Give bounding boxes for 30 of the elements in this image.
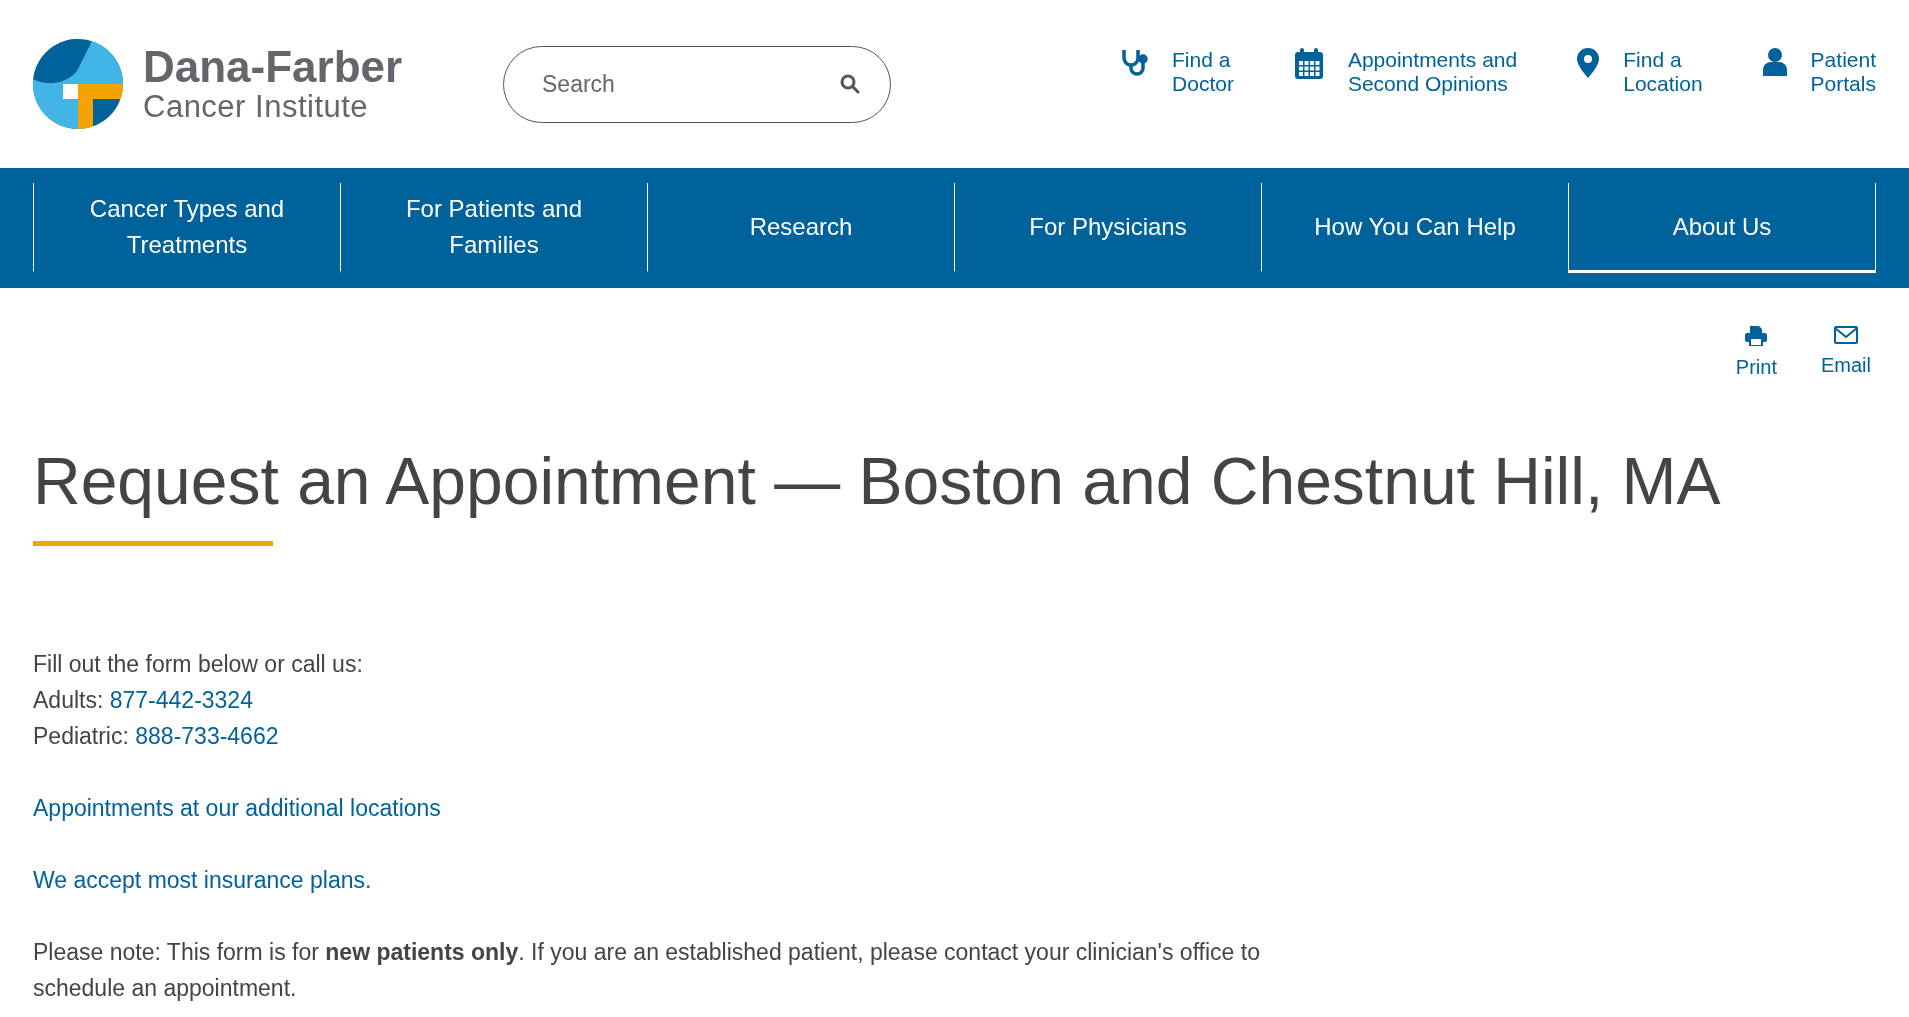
note-text: Please note: This form is for new patients only. If you are an established patient, please contact your clinician's office to schedule an appointment. [33, 938, 1261, 1003]
text-link[interactable]: We accept most insurance plans. [33, 867, 372, 893]
utility-link[interactable]: Find a Doctor [1120, 48, 1234, 96]
print-link[interactable]: Print [1735, 326, 1777, 379]
email-link[interactable]: Email [1821, 326, 1871, 379]
search-icon[interactable] [840, 74, 860, 94]
logo-subtitle: Cancer Institute [143, 90, 370, 124]
text-link[interactable]: Appointments at our additional locations [33, 795, 441, 821]
utility-link[interactable]: Patient Portals [1762, 48, 1876, 96]
utility-link[interactable]: Appointments and Second Opinions [1293, 48, 1518, 96]
nav-tab[interactable]: Research [647, 183, 954, 273]
person-icon [1762, 48, 1787, 76]
calendar-icon [1293, 48, 1324, 80]
printer-icon [1745, 326, 1768, 346]
intro-text: Fill out the form below or call us: [33, 650, 364, 679]
map-pin-icon [1577, 48, 1600, 78]
nav-tab[interactable]: For Physicians [954, 183, 1261, 273]
phone-link[interactable]: 888-733-4662 [135, 723, 279, 749]
logo-name: Dana-Farber [143, 44, 403, 90]
envelope-icon [1834, 326, 1858, 344]
stethoscope-icon [1120, 48, 1149, 78]
nav-tab[interactable]: About Us [1568, 183, 1876, 273]
phone-label: Adults: [33, 687, 104, 713]
phone-label: Pediatric: [33, 723, 129, 749]
utility-link[interactable]: Find a Location [1577, 48, 1703, 96]
nav-tab[interactable]: How You Can Help [1261, 183, 1568, 273]
page-heading: Request an Appointment — Boston and Chestnut Hill, MA [33, 443, 1722, 520]
nav-tab[interactable]: Cancer Types and Treatments [33, 183, 340, 273]
phone-link[interactable]: 877-442-3324 [109, 687, 253, 713]
nav-tab[interactable]: For Patients and Families [340, 183, 647, 273]
